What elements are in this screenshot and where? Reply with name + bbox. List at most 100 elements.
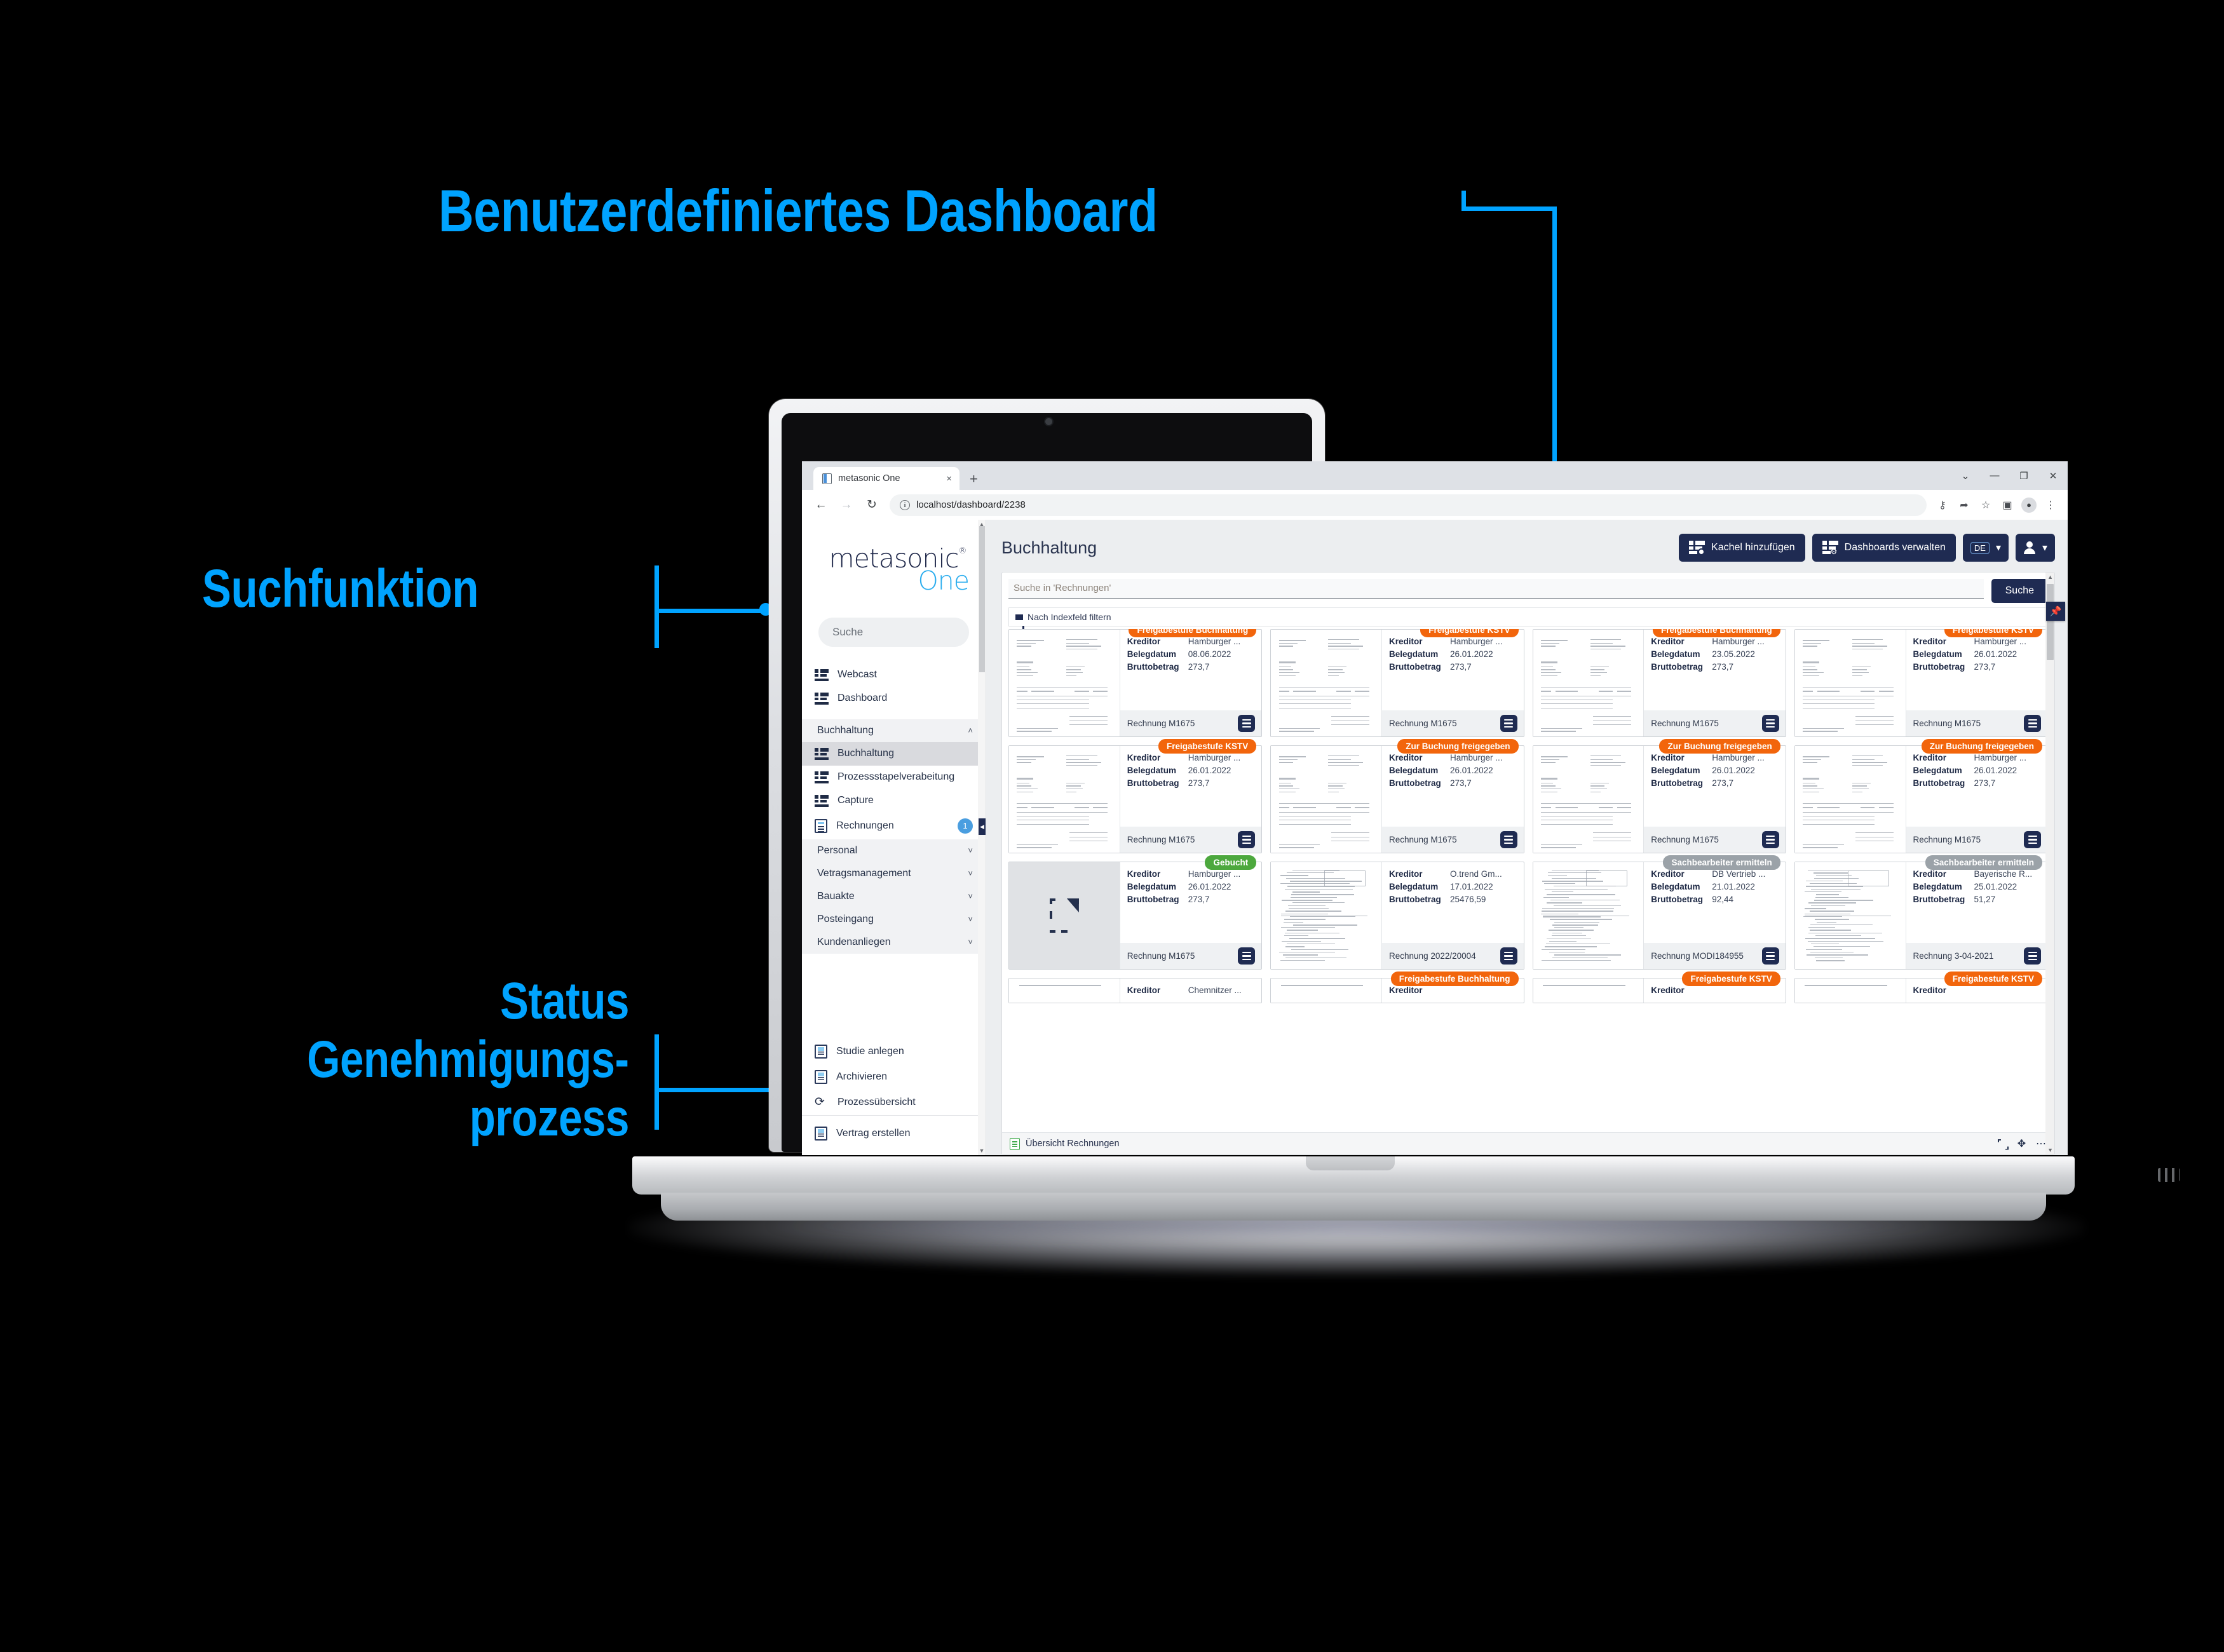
chevron-icon[interactable]: ˅ [968, 937, 973, 947]
minimize-icon[interactable]: — [1980, 461, 2009, 490]
document-thumbnail[interactable] [1009, 978, 1120, 1003]
bookmark-star-icon[interactable]: ☆ [1975, 492, 1997, 518]
document-thumbnail[interactable] [1271, 630, 1382, 736]
tile-menu-button[interactable] [1500, 947, 1517, 965]
tile-menu-button[interactable] [1500, 831, 1517, 848]
tile-menu-button[interactable] [1762, 947, 1779, 965]
invoice-tile[interactable]: Freigabestufe KSTV Kreditor Hamburger ... B… [1794, 629, 2048, 737]
document-thumbnail[interactable] [1271, 978, 1382, 1003]
sidebar-action-vertrag-erstellen[interactable]: Vertrag erstellen [802, 1121, 986, 1146]
manage-dashboards-button[interactable]: ⚙ Dashboards verwalten [1812, 534, 1956, 562]
sidebar-action-prozess-bersicht[interactable]: ⟳ Prozessübersicht [802, 1090, 986, 1115]
document-thumbnail[interactable] [1533, 978, 1644, 1003]
document-thumbnail[interactable] [1533, 746, 1644, 853]
sidebar-action-archivieren[interactable]: Archivieren [802, 1064, 986, 1090]
tile-menu-button[interactable] [1238, 715, 1255, 732]
invoice-tile[interactable]: Sachbearbeiter ermitteln Kreditor Bayerisc… [1794, 862, 2048, 970]
document-thumbnail[interactable] [1533, 630, 1644, 736]
close-tab-icon[interactable]: × [946, 474, 952, 484]
reload-icon[interactable]: ↻ [859, 492, 885, 518]
forward-icon[interactable]: → [834, 492, 859, 518]
key-icon[interactable]: ⚷ [1932, 492, 1953, 518]
add-tile-button[interactable]: Kachel hinzufügen [1679, 534, 1805, 562]
share-icon[interactable]: ➦ [1953, 492, 1975, 518]
back-icon[interactable]: ← [808, 492, 834, 518]
sidebar-item-buchhaltung[interactable]: Buchhaltung [802, 742, 986, 766]
invoice-tile[interactable]: Freigabestufe KSTV Kreditor Hamburger ... B… [1270, 629, 1524, 737]
invoice-tile-partial[interactable]: Freigabestufe Buchhaltung Kreditor [1270, 978, 1524, 1003]
scroll-down-icon[interactable]: ▼ [979, 1148, 985, 1154]
tile-menu-button[interactable] [1762, 831, 1779, 848]
panel-search-input[interactable]: Suche in 'Rechnungen' [1008, 579, 1984, 599]
document-thumbnail[interactable] [1533, 862, 1644, 969]
tile-menu-button[interactable] [1238, 831, 1255, 848]
chevron-icon[interactable]: ˅ [968, 891, 973, 901]
pin-icon[interactable]: 📌 [2046, 602, 2065, 621]
document-thumbnail[interactable] [1009, 746, 1120, 853]
sidebar-item-vetragsmanagement[interactable]: Vetragsmanagement ˅ [802, 862, 986, 885]
scroll-down-icon[interactable]: ▼ [2047, 1147, 2053, 1153]
invoice-tile-partial[interactable]: Freigabestufe KSTV Kreditor [1794, 978, 2048, 1003]
invoice-tile-partial[interactable]: Freigabestufe KSTV Kreditor [1533, 978, 1786, 1003]
sidebar-item-kundenanliegen[interactable]: Kundenanliegen ˅ [802, 931, 986, 954]
browser-menu-icon[interactable]: ⋮ [2040, 492, 2061, 518]
tile-menu-button[interactable] [2024, 831, 2041, 848]
tile-menu-button[interactable] [1238, 947, 1255, 965]
document-thumbnail[interactable] [1271, 862, 1382, 969]
invoice-tile[interactable]: Zur Buchung freigegeben Kreditor Hamburger… [1533, 745, 1786, 853]
new-tab-button[interactable]: + [970, 472, 978, 486]
chevron-icon[interactable]: ˅ [968, 869, 973, 878]
sidebar-item-buchhaltung[interactable]: Buchhaltung ˄ [802, 719, 986, 742]
sidebar-item-posteingang[interactable]: Posteingang ˅ [802, 908, 986, 931]
sidebar-item-prozessstapelverabeitung[interactable]: Prozessstapelverabeitung [802, 766, 986, 789]
invoice-tile[interactable]: Freigabestufe Buchhaltung Kreditor Hamburg… [1008, 629, 1262, 737]
document-thumbnail[interactable] [1271, 746, 1382, 853]
invoice-tile[interactable]: Freigabestufe Buchhaltung Kreditor Hamburg… [1533, 629, 1786, 737]
url-input[interactable]: i localhost/dashboard/2238 [890, 494, 1927, 516]
side-panel-icon[interactable]: ▣ [1997, 492, 2018, 518]
profile-avatar[interactable]: ● [2018, 492, 2040, 518]
document-thumbnail[interactable] [1795, 630, 1906, 736]
invoice-tile[interactable]: Sachbearbeiter ermitteln Kreditor DB Vertr… [1533, 862, 1786, 970]
invoice-tile[interactable]: Kreditor O.trend Gm... Belegdatum 17.01.202… [1270, 862, 1524, 970]
document-thumbnail[interactable] [1009, 630, 1120, 736]
move-icon[interactable]: ✥ [2016, 1139, 2027, 1149]
tile-menu-button[interactable] [2024, 947, 2041, 965]
document-thumbnail[interactable] [1795, 746, 1906, 853]
sidebar-collapse-toggle[interactable]: ◀ [979, 818, 986, 835]
site-info-icon[interactable]: i [900, 500, 910, 510]
chevron-down-icon[interactable]: ⌄ [1951, 461, 1980, 490]
sidebar-item-rechnungen[interactable]: Rechnungen 1 [802, 813, 986, 839]
sidebar-scrollbar[interactable]: ▲ ▼ [978, 520, 986, 1155]
sidebar-item-bauakte[interactable]: Bauakte ˅ [802, 885, 986, 908]
panel-scrollbar[interactable]: ▲ ▼ [2045, 572, 2054, 1154]
user-menu-button[interactable]: ▾ [2016, 534, 2055, 562]
browser-tab[interactable]: metasonic One × [813, 467, 959, 490]
document-thumbnail[interactable] [1795, 978, 1906, 1003]
document-thumbnail[interactable] [1795, 862, 1906, 969]
index-filter-bar[interactable]: Nach Indexfeld filtern [1008, 607, 2048, 626]
close-window-icon[interactable]: ✕ [2038, 461, 2068, 490]
sidebar-action-studie-anlegen[interactable]: Studie anlegen [802, 1039, 986, 1064]
tile-menu-button[interactable] [2024, 715, 2041, 732]
sidebar-scroll-thumb[interactable] [979, 526, 985, 672]
invoice-tile-partial[interactable]: Kreditor Chemnitzer ... [1008, 978, 1262, 1003]
panel-scroll-thumb[interactable] [2047, 584, 2054, 660]
search-submit-button[interactable]: Suche [1991, 579, 2048, 603]
tile-menu-button[interactable] [1500, 715, 1517, 732]
tile-menu-button[interactable] [1762, 715, 1779, 732]
invoice-tile[interactable]: Zur Buchung freigegeben Kreditor Hamburger… [1270, 745, 1524, 853]
language-selector[interactable]: DE ▾ [1963, 534, 2009, 562]
sidebar-item-webcast[interactable]: Webcast [802, 663, 986, 687]
invoice-tile[interactable]: Gebucht Kreditor Hamburger ... Belegdatum 26… [1008, 862, 1262, 970]
maximize-icon[interactable]: ❐ [2009, 461, 2038, 490]
sidebar-search-input[interactable]: Suche [818, 618, 969, 647]
sidebar-item-capture[interactable]: Capture [802, 789, 986, 813]
invoice-tile[interactable]: Zur Buchung freigegeben Kreditor Hamburger… [1794, 745, 2048, 853]
invoice-tile[interactable]: Freigabestufe KSTV Kreditor Hamburger ... B… [1008, 745, 1262, 853]
sidebar-item-dashboard[interactable]: Dashboard [802, 687, 986, 710]
expand-icon[interactable] [1998, 1139, 2007, 1149]
chevron-icon[interactable]: ˅ [968, 846, 973, 855]
sidebar-item-personal[interactable]: Personal ˅ [802, 839, 986, 862]
scroll-up-icon[interactable]: ▲ [2047, 574, 2053, 580]
